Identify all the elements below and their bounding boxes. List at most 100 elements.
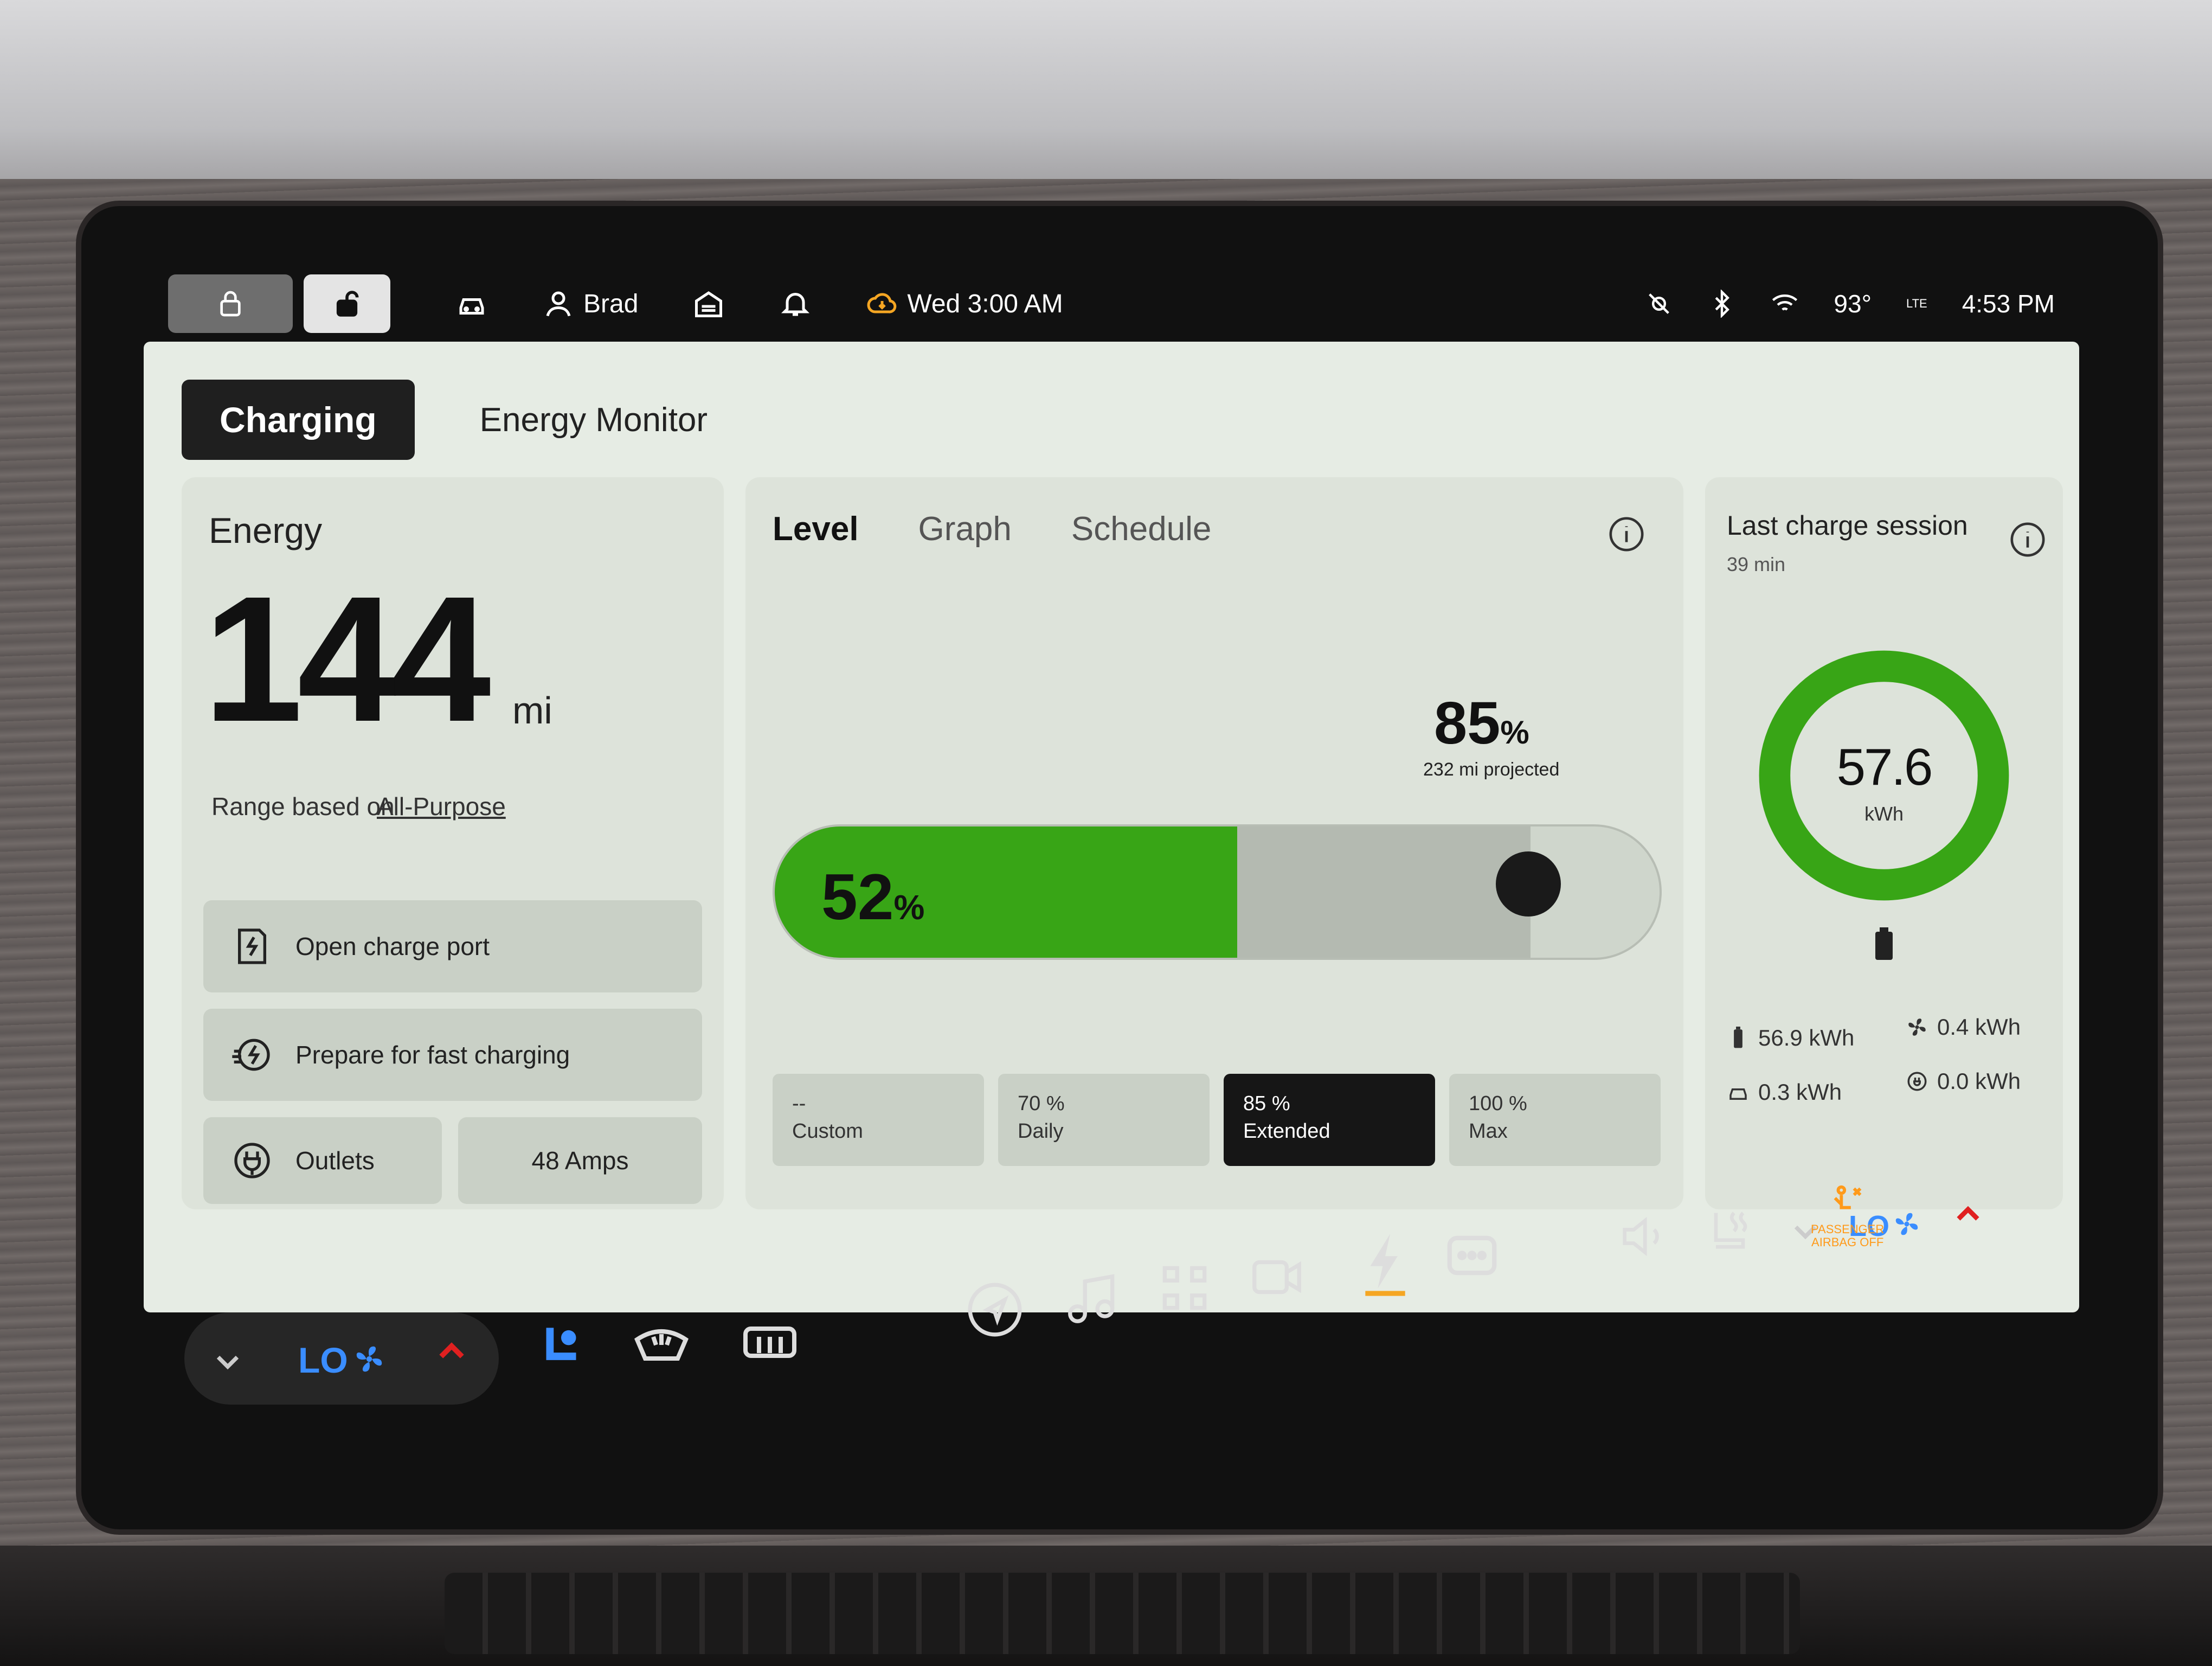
preset-name: Daily <box>1018 1120 1064 1143</box>
charging-bolt-icon[interactable] <box>1355 1231 1415 1296</box>
notifications-button[interactable] <box>779 287 812 320</box>
fan-icon <box>1895 1213 1918 1235</box>
current-charge-value: 52 <box>821 861 894 933</box>
vehicle-button[interactable] <box>455 287 488 320</box>
passenger-airbag-off-indicator: PASSENGER AIRBAG OFF <box>1811 1182 1884 1250</box>
tab-level[interactable]: Level <box>773 510 859 548</box>
chevron-up-icon[interactable] <box>434 1334 470 1370</box>
session-info-icon[interactable] <box>2009 521 2047 559</box>
vehicle-kwh: 0.3 kWh <box>1758 1079 1842 1105</box>
profile-name: Brad <box>583 289 639 318</box>
projected-range: 232 mi projected <box>1423 759 1560 780</box>
charge-target-percent: 85% <box>1434 689 1529 758</box>
garage-button[interactable] <box>692 287 725 320</box>
lte-indicator: LTE <box>1906 297 1927 310</box>
main-tabs: Charging Energy Monitor <box>182 380 708 460</box>
preset-name: Extended <box>1243 1120 1330 1143</box>
preset-value: -- <box>792 1092 806 1115</box>
outside-temperature: 93° <box>1834 290 1872 318</box>
unlock-button[interactable] <box>304 274 390 333</box>
preset-value: 70 % <box>1018 1092 1065 1115</box>
unlock-icon <box>336 291 359 317</box>
camera-off-icon <box>1649 293 1670 314</box>
session-unit: kWh <box>1864 803 1904 825</box>
range-unit: mi <box>512 689 552 732</box>
cloud-download-icon <box>867 293 897 313</box>
charge-target-percent-sign: % <box>1500 714 1529 751</box>
chevron-up-icon[interactable] <box>1952 1199 1984 1231</box>
airbag-label-line2: AIRBAG OFF <box>1811 1235 1884 1250</box>
volume-icon[interactable] <box>1616 1209 1670 1264</box>
lock-button[interactable] <box>168 274 293 333</box>
air-vent <box>445 1573 1800 1654</box>
bluetooth-icon <box>1715 290 1730 318</box>
outlets-button[interactable]: Outlets <box>203 1117 442 1204</box>
current-charge-percent-sign: % <box>893 888 925 927</box>
prepare-fast-charging-button[interactable]: Prepare for fast charging <box>203 1009 702 1101</box>
energy-title: Energy <box>209 510 323 550</box>
outlet-plug-icon <box>234 1143 270 1178</box>
tab-graph[interactable]: Graph <box>918 510 1012 548</box>
amps-button[interactable]: 48 Amps <box>458 1117 702 1204</box>
preset-name: Custom <box>792 1120 863 1143</box>
navigation-icon[interactable] <box>965 1280 1025 1340</box>
fan-icon <box>1908 1018 1926 1036</box>
more-options-icon[interactable] <box>1442 1226 1502 1285</box>
car-icon <box>459 298 484 315</box>
open-charge-port-button[interactable]: Open charge port <box>203 900 702 992</box>
top-status-bar: Brad Wed 3:00 AM 93° LTE 4:53 PM <box>168 271 2055 336</box>
bottom-dock: LO LO <box>184 1206 2071 1405</box>
preset-value: 100 % <box>1469 1092 1527 1115</box>
battery-icon <box>1734 1027 1742 1048</box>
battery-kwh: 56.9 kWh <box>1758 1025 1855 1050</box>
charge-port-icon <box>238 928 266 964</box>
energy-card: Energy 144 mi Range based on All-Purpose… <box>182 477 724 1209</box>
apps-icon[interactable] <box>1155 1258 1214 1318</box>
open-charge-port-label: Open charge port <box>295 932 490 960</box>
last-charge-session-card: Last charge session 39 min 57.6 kWh 56.9… <box>1705 477 2063 1209</box>
seat-fan-icon[interactable] <box>531 1318 591 1377</box>
preset-max[interactable]: 100 % Max <box>1449 1074 1661 1166</box>
chevron-down-icon[interactable] <box>211 1345 244 1377</box>
prepare-fast-charging-label: Prepare for fast charging <box>295 1041 570 1069</box>
profile-button[interactable]: Brad <box>542 287 638 320</box>
rear-defrost-icon[interactable] <box>737 1312 802 1377</box>
status-indicators: 93° LTE 4:53 PM <box>1645 289 2055 318</box>
info-icon[interactable] <box>1607 515 1645 553</box>
camera-icon[interactable] <box>1247 1247 1307 1307</box>
clock: 4:53 PM <box>1962 290 2055 318</box>
preset-name: Max <box>1469 1120 1508 1143</box>
battery-icon <box>1875 927 1893 960</box>
amps-label: 48 Amps <box>531 1146 629 1175</box>
front-defrost-icon[interactable] <box>629 1312 694 1377</box>
charge-target-value: 85 <box>1434 690 1501 757</box>
seat-heat-icon[interactable] <box>1702 1204 1757 1258</box>
airbag-label-line1: PASSENGER <box>1811 1222 1885 1236</box>
preset-custom[interactable]: -- Custom <box>773 1074 984 1166</box>
person-icon <box>546 291 571 317</box>
level-tabs: Level Graph Schedule <box>773 510 1211 548</box>
charge-limit-handle[interactable] <box>1496 851 1561 917</box>
session-total-kwh: 57.6 <box>1836 738 1933 796</box>
fan-icon <box>356 1346 382 1372</box>
tab-charging[interactable]: Charging <box>182 380 415 460</box>
outlets-label: Outlets <box>295 1146 375 1175</box>
software-update-button[interactable]: Wed 3:00 AM <box>866 287 1063 320</box>
session-title: Last charge session <box>1727 510 1968 541</box>
tab-energy-monitor[interactable]: Energy Monitor <box>480 401 708 439</box>
preset-extended[interactable]: 85 % Extended <box>1224 1074 1435 1166</box>
range-value: 144 <box>203 559 491 759</box>
range-basis-label: Range based on <box>211 792 395 821</box>
tab-schedule[interactable]: Schedule <box>1071 510 1212 548</box>
outlet-kwh: 0.0 kWh <box>1937 1068 2021 1094</box>
range-mode-link[interactable]: All-Purpose <box>377 792 506 821</box>
preset-daily[interactable]: 70 % Daily <box>998 1074 1210 1166</box>
stat-battery: 56.9 kWh <box>1727 1025 1854 1051</box>
bell-icon <box>781 293 810 316</box>
stat-climate: 0.4 kWh <box>1906 1014 2021 1040</box>
infotainment-screen: Charging Energy Monitor Energy 144 mi Ra… <box>144 342 2079 1312</box>
update-time: Wed 3:00 AM <box>907 289 1063 318</box>
music-icon[interactable] <box>1063 1269 1122 1329</box>
current-charge-percent: 52% <box>821 860 924 934</box>
fan-level-left: LO <box>298 1340 348 1380</box>
